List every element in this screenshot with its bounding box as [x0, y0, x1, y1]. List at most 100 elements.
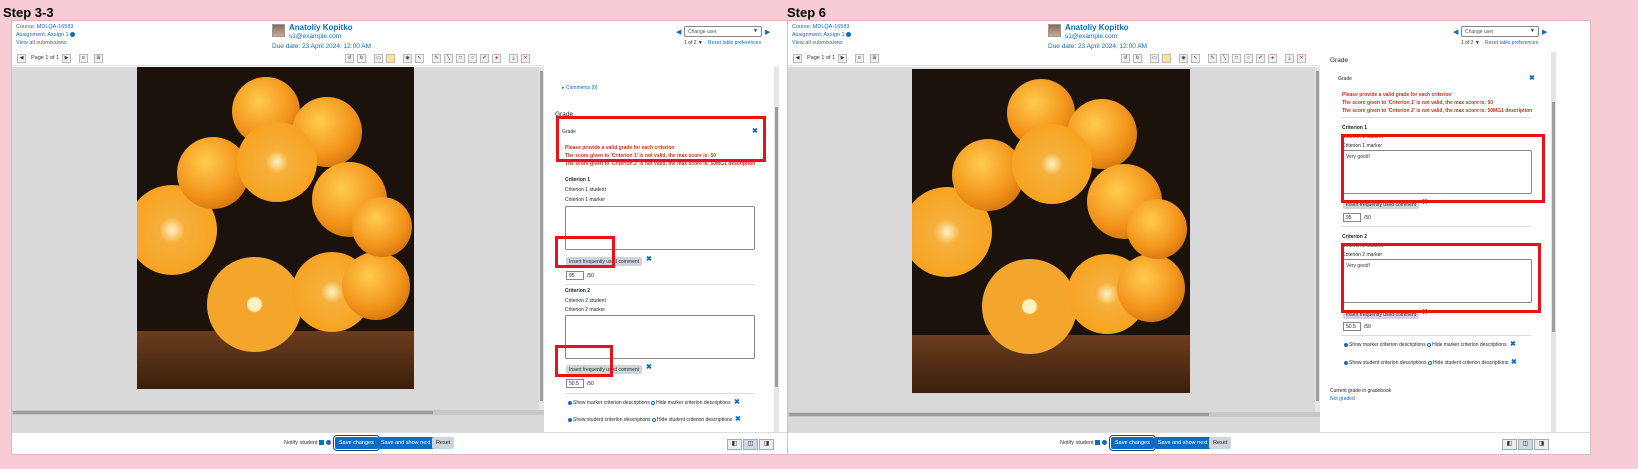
student-desc-toggle[interactable]: Show student criterion descriptions Hide…: [568, 417, 732, 423]
criterion-2-score-input[interactable]: 50.5: [566, 379, 584, 388]
marker-desc-toggle[interactable]: Show marker criterion descriptions Hide …: [568, 400, 731, 406]
highlight-icon[interactable]: ✐: [1256, 54, 1265, 63]
user-name[interactable]: Anatoliy Kopitko: [1065, 23, 1129, 32]
stamp-red-icon[interactable]: ●: [1268, 54, 1277, 63]
save-and-show-next-button[interactable]: Save and show next: [1154, 437, 1212, 449]
horizontal-scrollbar[interactable]: [788, 412, 1320, 417]
course-link[interactable]: Course: MDLQA-16583: [792, 23, 851, 31]
course-link[interactable]: Course: MDLQA-16583: [16, 23, 75, 31]
line-icon[interactable]: ╲: [1220, 54, 1229, 63]
user-name[interactable]: Anatoliy Kopitko: [289, 23, 353, 32]
save-changes-button[interactable]: Save changes: [1109, 435, 1156, 451]
rotate-right-icon[interactable]: ↻: [357, 54, 366, 63]
layout-both-icon[interactable]: ◫: [743, 439, 758, 450]
layout-right-icon[interactable]: ◨: [1534, 439, 1549, 450]
expand-icon[interactable]: ⊞: [94, 54, 103, 63]
search-comments-icon[interactable]: ≡: [79, 54, 88, 63]
search-comments-icon[interactable]: ≡: [855, 54, 864, 63]
reset-table-preferences-link[interactable]: Reset table preferences: [708, 40, 761, 46]
save-changes-button[interactable]: Save changes: [333, 435, 380, 451]
pen-icon[interactable]: ✎: [432, 54, 441, 63]
comments-link[interactable]: ▸ Comments (0): [562, 85, 598, 91]
avatar[interactable]: [272, 24, 285, 37]
clear-icon[interactable]: ✖: [646, 363, 652, 371]
criterion-2-score-input[interactable]: 50.5: [1343, 322, 1361, 331]
download-icon[interactable]: ⤓: [1285, 54, 1294, 63]
horizontal-scrollbar[interactable]: [12, 410, 544, 415]
criterion-1-score-input[interactable]: 95: [566, 271, 584, 280]
highlight-icon[interactable]: ✐: [480, 54, 489, 63]
notify-student[interactable]: Notify student: [1060, 440, 1107, 446]
close-icon[interactable]: ✕: [521, 54, 530, 63]
next-user-arrow-icon[interactable]: ▶: [765, 28, 770, 36]
assignment-link[interactable]: Assignment: Assign 1: [16, 32, 69, 38]
student-desc-toggle[interactable]: Show student criterion descriptions Hide…: [1344, 360, 1508, 366]
marker-desc-toggle[interactable]: Show marker criterion descriptions Hide …: [1344, 342, 1507, 348]
next-page-icon[interactable]: ▶: [62, 54, 71, 63]
layout-both-icon[interactable]: ◫: [1518, 439, 1533, 450]
view-all-submissions-link[interactable]: View all submissions: [16, 39, 75, 47]
oval-icon[interactable]: ○: [468, 54, 477, 63]
clear-icon[interactable]: ✖: [1510, 340, 1516, 348]
grade-panel-scrollbar[interactable]: [774, 67, 779, 432]
prev-user-arrow-icon[interactable]: ◀: [1453, 28, 1458, 36]
next-page-icon[interactable]: ▶: [838, 54, 847, 63]
select-icon[interactable]: ↖: [1191, 54, 1200, 63]
assignment-link[interactable]: Assignment: Assign 1: [792, 32, 845, 38]
prev-page-icon[interactable]: ◀: [17, 54, 26, 63]
viewer-vertical-scrollbar[interactable]: [1315, 67, 1320, 412]
clear-icon[interactable]: ✖: [734, 398, 740, 406]
next-user-arrow-icon[interactable]: ▶: [1542, 28, 1547, 36]
reset-table-preferences-link[interactable]: Reset table preferences: [1485, 40, 1538, 46]
user-count[interactable]: 1 of 2 ▼: [684, 40, 703, 46]
notify-student[interactable]: Notify student: [284, 440, 331, 446]
oval-icon[interactable]: ○: [1244, 54, 1253, 63]
page-select[interactable]: Page 1 of 1: [807, 55, 835, 61]
criterion-1-score-input[interactable]: 95: [1343, 213, 1361, 222]
gradebook-value[interactable]: Not graded: [1330, 396, 1355, 402]
collapse-icon[interactable]: ✖: [1529, 74, 1535, 82]
avatar[interactable]: [1048, 24, 1061, 37]
rectangle-icon[interactable]: □: [456, 54, 465, 63]
viewer-vertical-scrollbar[interactable]: [539, 67, 544, 410]
user-count[interactable]: 1 of 2 ▼: [1461, 40, 1480, 46]
pen-icon[interactable]: ✎: [1208, 54, 1217, 63]
info-icon[interactable]: [70, 32, 76, 38]
rotate-left-icon[interactable]: ↺: [345, 54, 354, 63]
pdf-viewer[interactable]: [788, 67, 1320, 434]
grade-panel-scrollbar[interactable]: [1551, 52, 1556, 432]
layout-left-icon[interactable]: ◧: [727, 439, 742, 450]
color-picker-icon[interactable]: [386, 54, 395, 63]
prev-page-icon[interactable]: ◀: [793, 54, 802, 63]
line-icon[interactable]: ╲: [444, 54, 453, 63]
clear-icon[interactable]: ✖: [646, 255, 652, 263]
user-email[interactable]: s1@example.com: [1065, 33, 1117, 40]
prev-user-arrow-icon[interactable]: ◀: [676, 28, 681, 36]
rotate-left-icon[interactable]: ↺: [1121, 54, 1130, 63]
view-all-submissions-link[interactable]: View all submissions: [792, 39, 851, 47]
layout-right-icon[interactable]: ◨: [759, 439, 774, 450]
rectangle-icon[interactable]: □: [1232, 54, 1241, 63]
color-picker-icon[interactable]: [1162, 54, 1171, 63]
close-icon[interactable]: ✕: [1297, 54, 1306, 63]
stamp-icon[interactable]: ◉: [1179, 54, 1188, 63]
expand-icon[interactable]: ⊞: [870, 54, 879, 63]
page-select[interactable]: Page 1 of 1: [31, 55, 59, 61]
pdf-viewer[interactable]: [12, 67, 544, 432]
comment-icon[interactable]: ▭: [1150, 54, 1159, 63]
select-icon[interactable]: ↖: [415, 54, 424, 63]
change-user-select[interactable]: Change user ▼: [684, 26, 762, 37]
rotate-right-icon[interactable]: ↻: [1133, 54, 1142, 63]
download-icon[interactable]: ⤓: [509, 54, 518, 63]
reset-button[interactable]: Reset: [432, 437, 455, 449]
reset-button[interactable]: Reset: [1209, 437, 1232, 449]
clear-icon[interactable]: ✖: [735, 415, 741, 423]
stamp-icon[interactable]: ◉: [403, 54, 412, 63]
comment-icon[interactable]: ▭: [374, 54, 383, 63]
change-user-select[interactable]: Change user ▼: [1461, 26, 1539, 37]
clear-icon[interactable]: ✖: [1511, 358, 1517, 366]
user-email[interactable]: s1@example.com: [289, 33, 341, 40]
info-icon[interactable]: [846, 32, 852, 38]
layout-left-icon[interactable]: ◧: [1502, 439, 1517, 450]
save-and-show-next-button[interactable]: Save and show next: [377, 437, 435, 449]
